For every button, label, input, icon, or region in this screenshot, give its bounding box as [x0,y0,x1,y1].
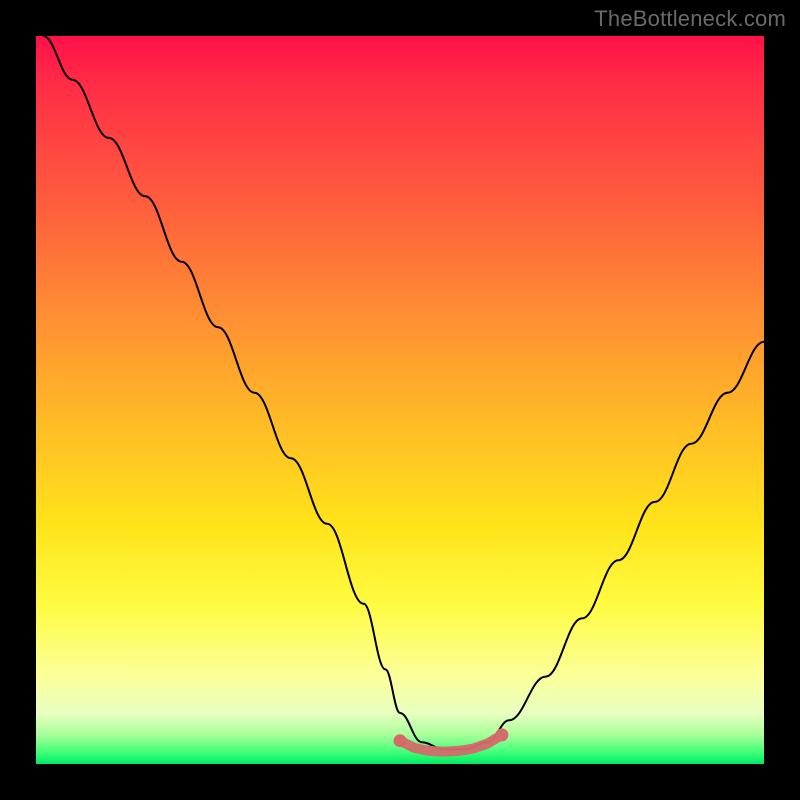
watermark-text: TheBottleneck.com [594,6,786,32]
bottleneck-curve [43,36,764,749]
chart-frame: TheBottleneck.com [0,0,800,800]
plot-area [36,36,764,764]
chart-svg [36,36,764,764]
optimal-range-marker [394,728,509,751]
